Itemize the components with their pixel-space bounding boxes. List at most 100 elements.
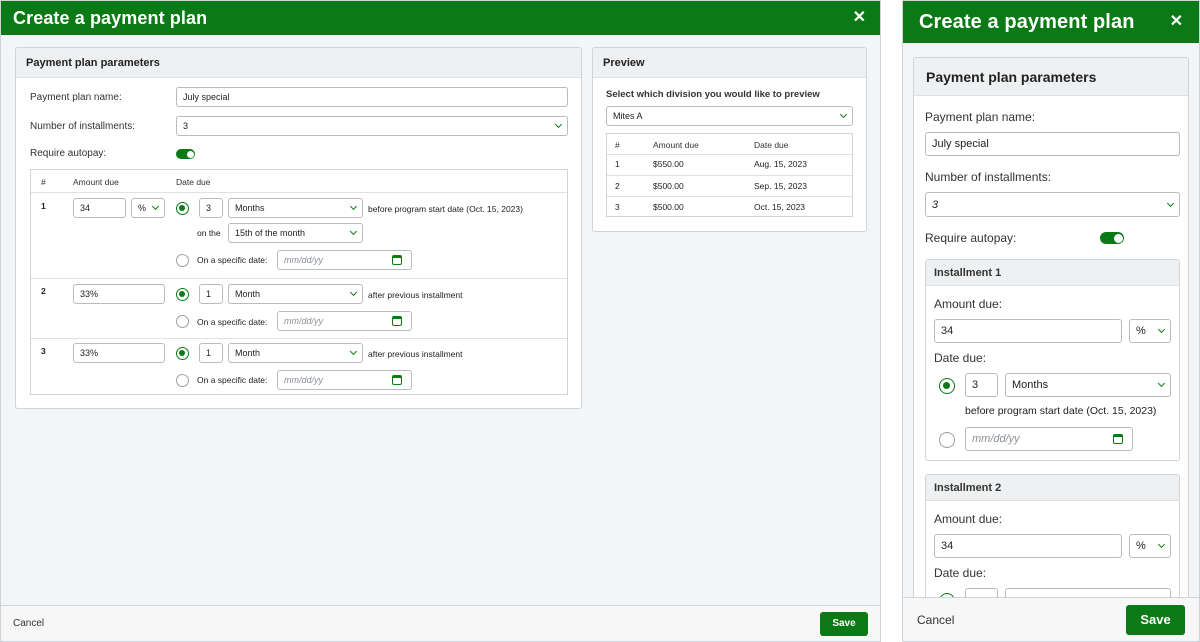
- specific-date-label: On a specific date:: [197, 255, 268, 265]
- calendar-icon[interactable]: [392, 316, 402, 326]
- preview-row-num: 1: [615, 159, 620, 169]
- close-icon[interactable]: ✕: [1170, 14, 1183, 30]
- specific-date-radio[interactable]: [176, 374, 189, 387]
- count-input[interactable]: 1: [199, 343, 223, 363]
- modal-title: Create a payment plan: [919, 10, 1135, 33]
- desktop-modal: Create a payment plan ✕ Payment plan par…: [0, 0, 881, 642]
- period-select[interactable]: Month: [228, 284, 363, 304]
- preview-table: # Amount due Date due 1 $550.00 Aug. 15,…: [606, 133, 853, 217]
- specific-date-label: On a specific date:: [197, 317, 268, 327]
- amount-label: Amount due:: [934, 297, 1003, 311]
- installments-value: 3: [932, 198, 939, 211]
- period-select[interactable]: Months: [228, 198, 363, 218]
- count-value: 3: [972, 379, 979, 391]
- amount-input[interactable]: 34: [73, 198, 126, 218]
- period-select[interactable]: Months: [1005, 373, 1171, 397]
- amount-value: 34: [941, 325, 954, 337]
- chevron-down-icon: [554, 120, 563, 129]
- day-value: 15th of the month: [235, 228, 306, 238]
- amount-input[interactable]: 34: [934, 319, 1122, 343]
- amount-value: 33%: [80, 348, 99, 358]
- unit-value: %: [1136, 540, 1146, 552]
- relation-text: after previous installment: [368, 349, 463, 359]
- chevron-down-icon: [349, 347, 358, 356]
- specific-date-radio[interactable]: [939, 432, 955, 448]
- period-value: Month: [235, 348, 261, 358]
- calendar-icon[interactable]: [1113, 434, 1123, 444]
- date-input[interactable]: mm/dd/yy: [277, 311, 412, 331]
- period-value: Month: [235, 289, 261, 299]
- mobile-modal: Create a payment plan ✕ Payment plan par…: [902, 0, 1200, 642]
- chevron-down-icon: [151, 202, 160, 211]
- relative-date-radio[interactable]: [176, 347, 189, 360]
- preview-panel: Preview Select which division you would …: [592, 47, 867, 232]
- division-value: Mites A: [613, 111, 643, 121]
- chevron-down-icon: [349, 202, 358, 211]
- amount-input[interactable]: 33%: [73, 343, 165, 363]
- relative-date-radio[interactable]: [176, 202, 189, 215]
- date-placeholder: mm/dd/yy: [284, 255, 324, 265]
- specific-date-label: On a specific date:: [197, 375, 268, 385]
- relative-date-radio[interactable]: [939, 378, 955, 394]
- autopay-toggle[interactable]: [1100, 232, 1124, 244]
- division-select[interactable]: Mites A: [606, 106, 853, 126]
- close-icon[interactable]: ✕: [853, 10, 866, 26]
- unit-select[interactable]: %: [1129, 319, 1171, 343]
- save-button[interactable]: Save: [820, 611, 868, 636]
- amount-value: 34: [80, 203, 91, 213]
- preview-row-amount: $500.00: [653, 181, 684, 191]
- amount-value: 34: [941, 540, 954, 552]
- date-input[interactable]: mm/dd/yy: [277, 370, 412, 390]
- save-button[interactable]: Save: [1126, 604, 1185, 635]
- relation-text: after previous installment: [368, 290, 463, 300]
- installment-heading: Installment 1: [926, 260, 1179, 286]
- count-value: 1: [206, 289, 212, 299]
- chevron-down-icon: [1157, 325, 1166, 334]
- preview-row-amount: $500.00: [653, 202, 684, 212]
- cancel-button[interactable]: Cancel: [917, 613, 954, 627]
- preview-row-date: Oct. 15, 2023: [754, 202, 806, 212]
- chevron-down-icon: [1157, 540, 1166, 549]
- count-input[interactable]: 3: [965, 373, 998, 397]
- plan-name-input[interactable]: July special: [925, 132, 1180, 156]
- relative-date-radio[interactable]: [176, 288, 189, 301]
- installments-select[interactable]: 3: [176, 116, 568, 136]
- date-label: Date due:: [934, 351, 987, 365]
- day-select[interactable]: 15th of the month: [228, 223, 363, 243]
- amount-label: Amount due:: [934, 512, 1003, 526]
- count-value: 1: [206, 348, 212, 358]
- relation-text: before program start date (Oct. 15, 2023…: [368, 204, 523, 214]
- date-input[interactable]: mm/dd/yy: [965, 427, 1133, 451]
- col-amount: Amount due: [73, 177, 119, 187]
- plan-name-label: Payment plan name:: [925, 110, 1036, 124]
- chevron-down-icon: [1157, 379, 1166, 388]
- modal-header: Create a payment plan ✕: [903, 1, 1199, 43]
- installments-table: # Amount due Date due 1 34 % 3 Months be…: [30, 169, 568, 395]
- preview-heading: Preview: [593, 48, 866, 78]
- specific-date-radio[interactable]: [176, 315, 189, 328]
- amount-input[interactable]: 34: [934, 534, 1122, 558]
- unit-value: %: [1136, 325, 1146, 337]
- installment-card: Installment 1 Amount due: 34 % Date due:…: [925, 259, 1180, 461]
- date-input[interactable]: mm/dd/yy: [277, 250, 412, 270]
- calendar-icon[interactable]: [392, 255, 402, 265]
- calendar-icon[interactable]: [392, 375, 402, 385]
- unit-select[interactable]: %: [131, 198, 165, 218]
- plan-name-label: Payment plan name:: [30, 92, 122, 103]
- modal-footer: Cancel Save: [903, 597, 1199, 641]
- unit-select[interactable]: %: [1129, 534, 1171, 558]
- preview-row-num: 3: [615, 202, 620, 212]
- amount-input[interactable]: 33%: [73, 284, 165, 304]
- autopay-toggle[interactable]: [176, 149, 195, 159]
- specific-date-radio[interactable]: [176, 254, 189, 267]
- count-input[interactable]: 1: [199, 284, 223, 304]
- period-select[interactable]: Month: [228, 343, 363, 363]
- count-input[interactable]: 3: [199, 198, 223, 218]
- installments-select[interactable]: 3: [925, 192, 1180, 217]
- col-num: #: [41, 177, 46, 187]
- plan-name-input[interactable]: July special: [176, 87, 568, 107]
- chevron-down-icon: [839, 110, 848, 119]
- parameters-panel: Payment plan parameters Payment plan nam…: [15, 47, 582, 409]
- cancel-button[interactable]: Cancel: [13, 618, 44, 629]
- col-date: Date due: [754, 140, 789, 150]
